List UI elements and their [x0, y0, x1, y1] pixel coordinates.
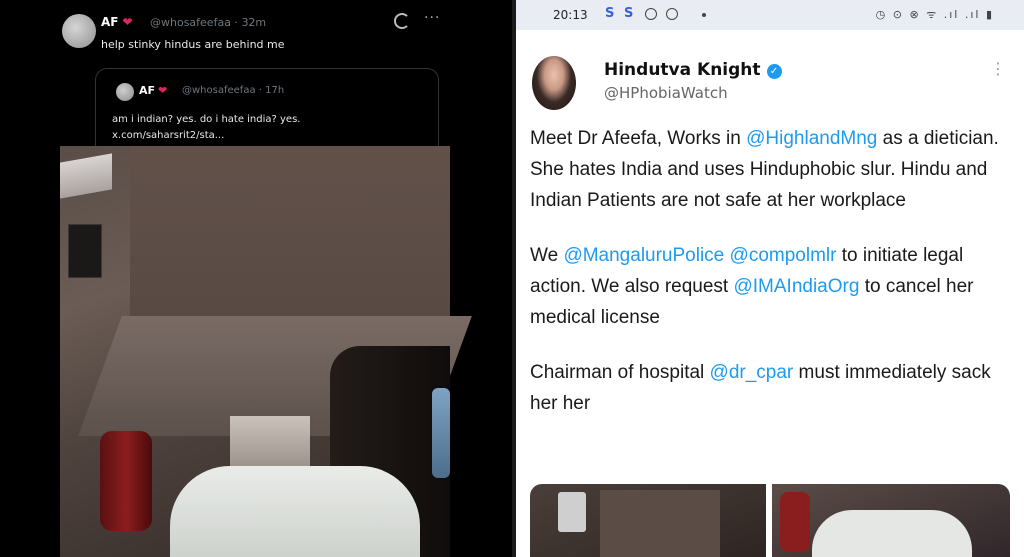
photo-edge [432, 388, 450, 478]
post-text-span: We [530, 245, 564, 266]
image-detail [558, 492, 586, 532]
status-bar: 20:13 S S ◷ ⊙ ⊗ ᯤ .ıl .ıl ▮ [516, 0, 1024, 30]
mention-link[interactable]: @compolmlr [730, 245, 837, 266]
quoted-author-name: AF ❤ [139, 84, 167, 97]
status-globe-icon [666, 8, 678, 20]
heart-emoji-icon: ❤ [158, 84, 168, 97]
quoted-avatar [116, 83, 134, 101]
status-app-icon [645, 8, 657, 20]
heart-emoji-icon: ❤ [122, 15, 133, 29]
status-system-icons: ◷ ⊙ ⊗ ᯤ .ıl .ıl ▮ [875, 8, 994, 21]
tweet-author-handle: @whosafeefaa · 32m [150, 16, 267, 29]
author-name-text: Hindutva Knight [604, 60, 761, 80]
post-image[interactable] [772, 484, 1010, 557]
quoted-name-text: AF [139, 84, 156, 97]
post-paragraph: Meet Dr Afeefa, Works in @HighlandMng as… [530, 123, 1016, 216]
post-image[interactable] [530, 484, 766, 557]
mention-link[interactable]: @dr_cpar [710, 362, 794, 383]
mention-link[interactable]: @HighlandMng [746, 128, 877, 149]
quoted-link[interactable]: x.com/saharsrit2/sta... [112, 128, 300, 144]
avatar[interactable] [62, 14, 96, 48]
post-author-name[interactable]: Hindutva Knight ✓ [604, 60, 782, 80]
post-paragraph: We @MangaluruPolice @compolmlr to initia… [530, 240, 1016, 333]
status-time: 20:13 [553, 8, 588, 22]
post-text: Meet Dr Afeefa, Works in @HighlandMng as… [530, 123, 1016, 419]
quoted-handle-text: @whosafeefaa [182, 85, 256, 96]
mention-link[interactable]: @MangaluruPolice [563, 245, 724, 266]
right-screenshot: 20:13 S S ◷ ⊙ ⊗ ᯤ .ıl .ıl ▮ Hindutva Kni… [516, 0, 1024, 557]
avatar[interactable] [532, 56, 576, 110]
quoted-author-handle: @whosafeefaa · 17h [182, 85, 285, 96]
handle-text: @whosafeefaa [150, 16, 231, 29]
tweet-author-name[interactable]: AF ❤ [101, 15, 133, 29]
quoted-tweet-text: am i indian? yes. do i hate india? yes. … [112, 112, 300, 144]
loading-spinner-icon [394, 13, 410, 29]
photo-switch [68, 224, 102, 278]
photo-shelf [60, 153, 112, 199]
status-dot-icon [702, 13, 706, 17]
quoted-text-line: am i indian? yes. do i hate india? yes. [112, 114, 301, 125]
status-s-icon: S [605, 6, 615, 21]
post-text-span: Meet Dr Afeefa, Works in [530, 128, 747, 149]
tweet-text: help stinky hindus are behind me [101, 38, 285, 51]
post-paragraph: Chairman of hospital @dr_cpar must immed… [530, 357, 1016, 419]
image-detail [600, 490, 720, 557]
image-detail [780, 492, 810, 552]
left-screenshot: AF ❤ @whosafeefaa · 32m ··· help stinky h… [0, 0, 512, 557]
post-text-span: Chairman of hospital [530, 362, 710, 383]
more-options-button[interactable]: ··· [424, 10, 440, 26]
post-author-handle[interactable]: @HPhobiaWatch [604, 84, 728, 102]
status-s-icon: S [624, 6, 634, 21]
quoted-time: 17h [265, 85, 285, 96]
photo-shirt [170, 466, 420, 557]
more-options-button[interactable]: ⋮ [990, 61, 1006, 77]
tweet-photo[interactable] [60, 146, 472, 557]
mention-link[interactable]: @IMAIndiaOrg [733, 276, 859, 297]
tweet-time: 32m [241, 16, 267, 29]
verified-badge-icon: ✓ [766, 64, 782, 79]
image-detail [812, 510, 972, 557]
author-name-text: AF [101, 15, 119, 29]
photo-extinguisher [100, 431, 152, 531]
